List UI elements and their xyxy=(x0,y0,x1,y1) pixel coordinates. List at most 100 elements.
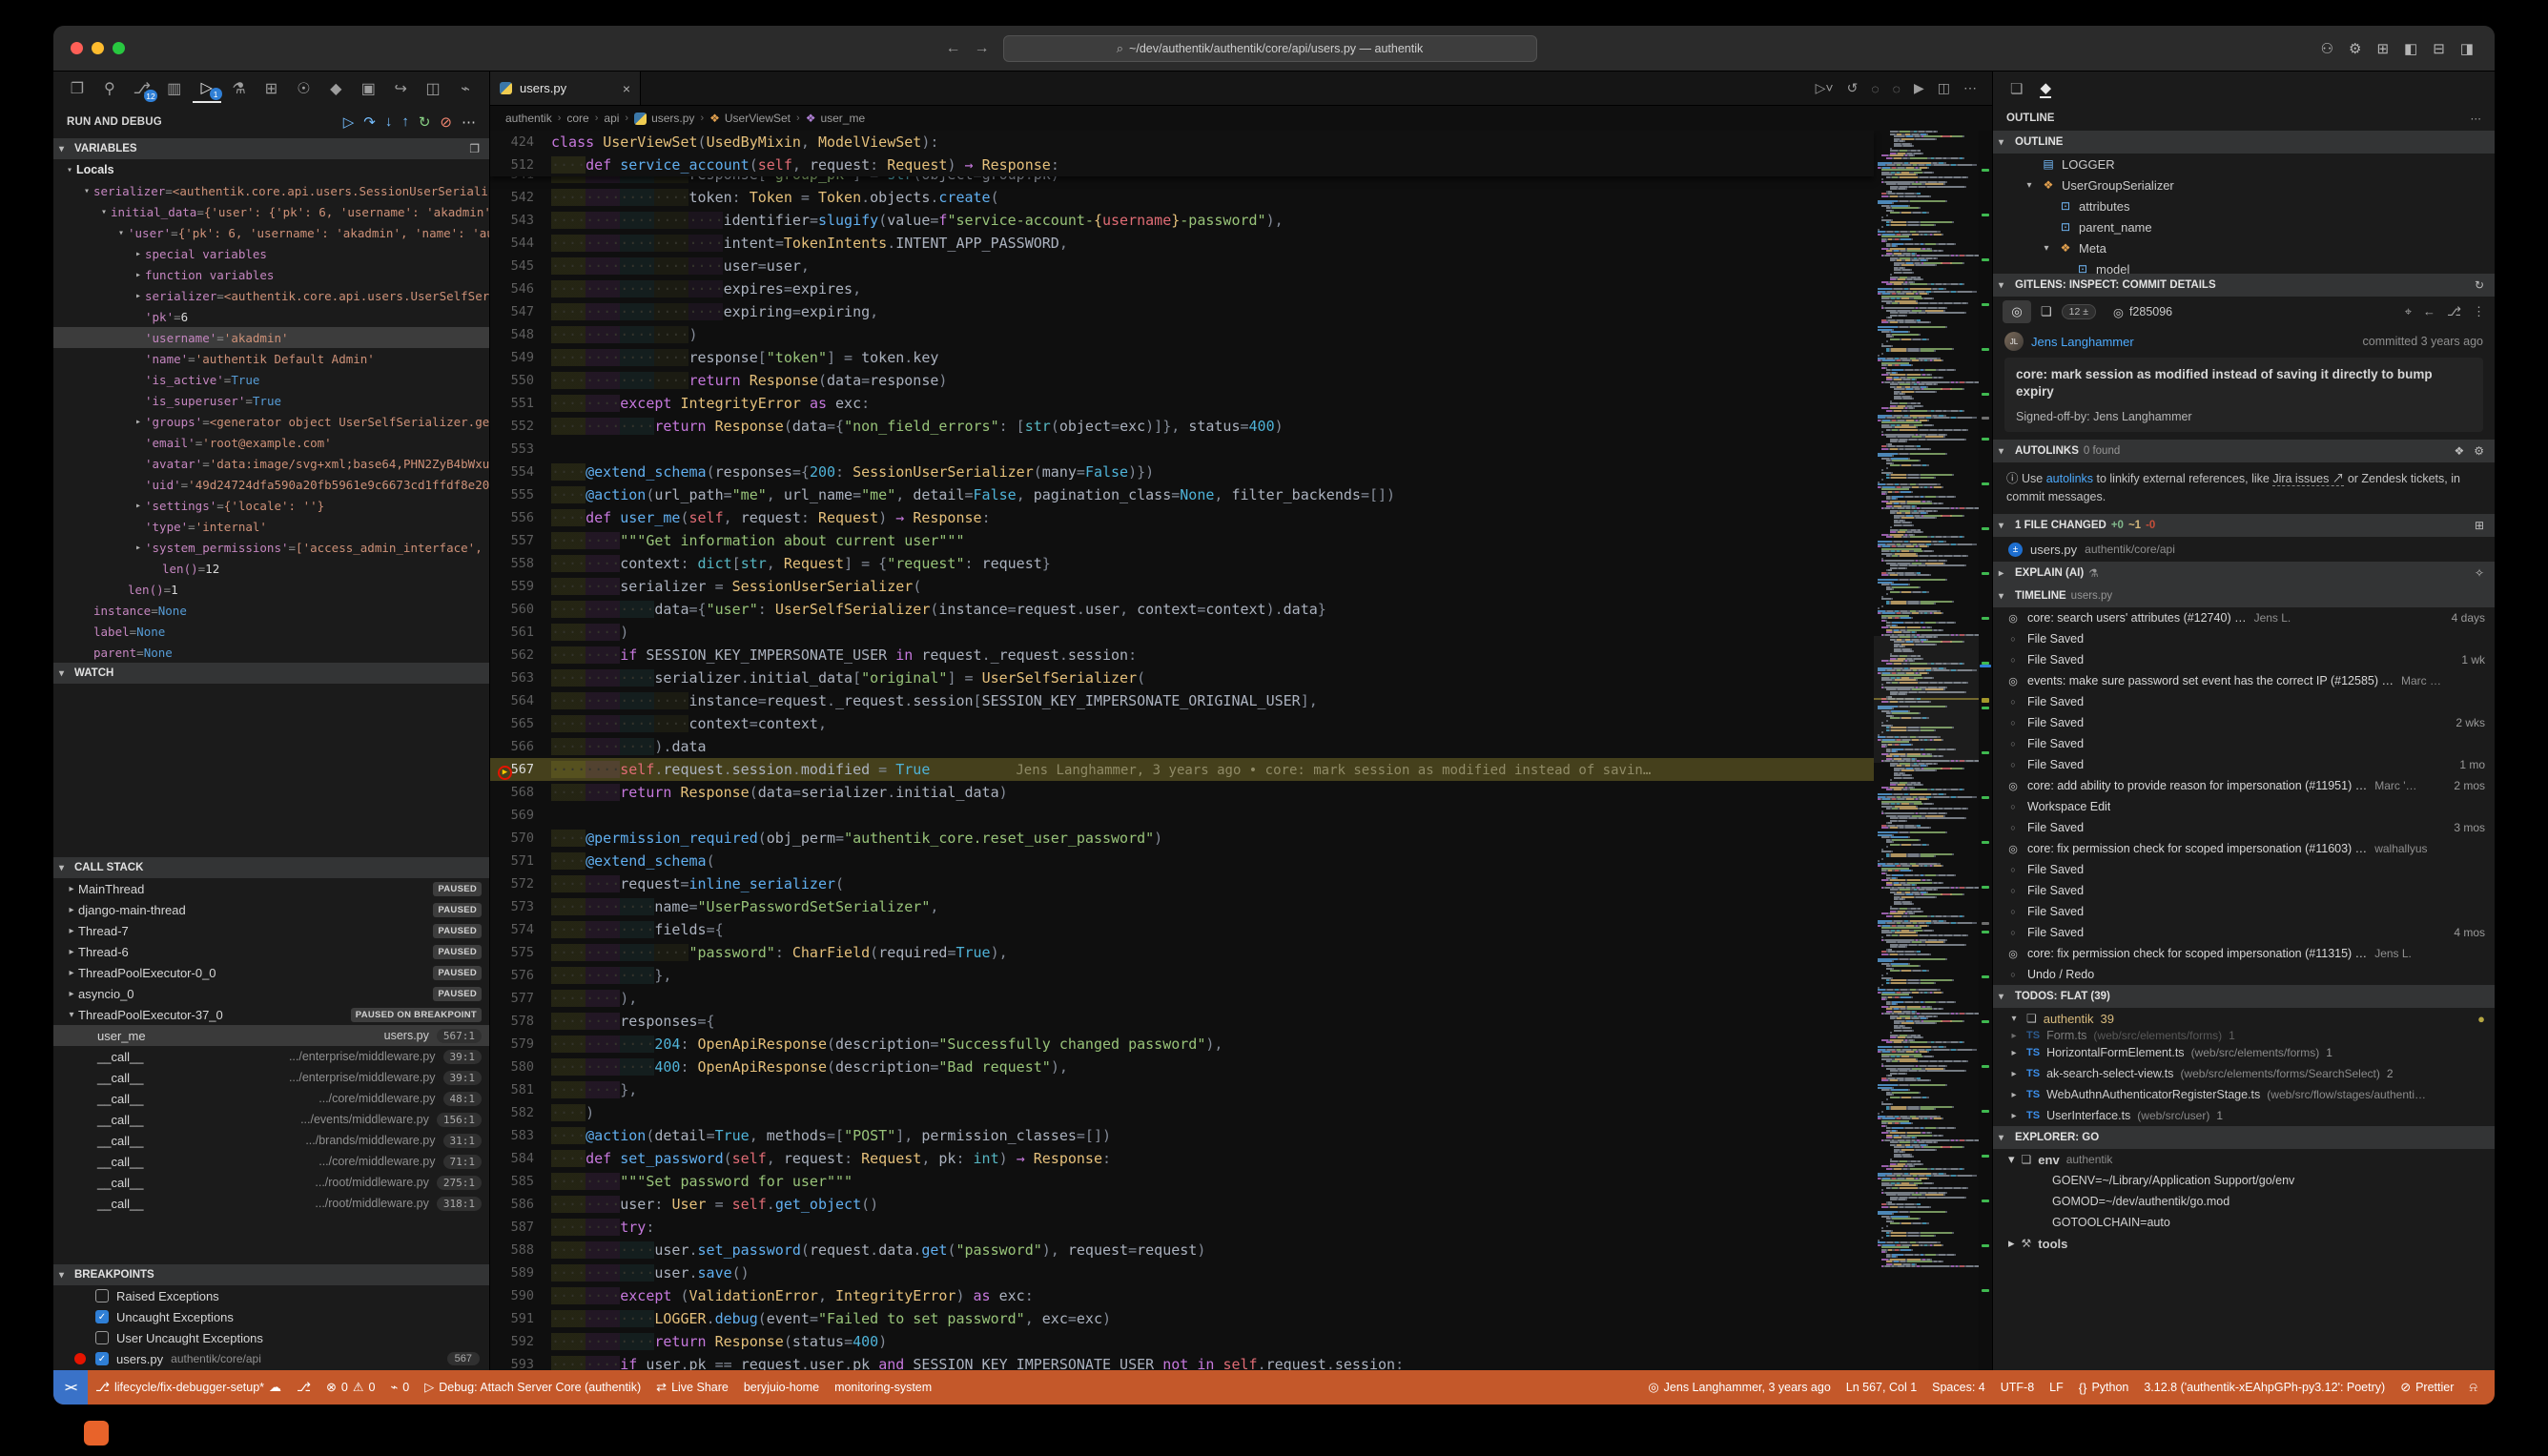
variable-row[interactable]: ▾serializer = <authentik.core.api.users.… xyxy=(53,180,489,201)
line-number-gutter[interactable]: 583 xyxy=(490,1128,551,1143)
account-icon[interactable]: ⚇ xyxy=(2321,40,2333,57)
breadcrumb-item[interactable]: users.py xyxy=(634,112,694,125)
stack-frame-row[interactable]: __call__.../events/middleware.py156:1 xyxy=(53,1109,489,1130)
more-actions-icon[interactable]: ⋯ xyxy=(1963,80,1977,96)
expand-icon[interactable]: ▸ xyxy=(2008,1031,2020,1041)
timeline-item[interactable]: ○File Saved xyxy=(1993,880,2495,901)
code-line[interactable]: 574············fields={ xyxy=(490,918,1874,941)
expand-icon[interactable]: ▾ xyxy=(65,1010,78,1020)
gitlens-icon[interactable]: ◆ xyxy=(321,74,350,103)
expand-icon[interactable]: ▾ xyxy=(63,165,76,175)
breadcrumb-item[interactable]: core xyxy=(566,112,588,125)
breakpoint-checkbox[interactable] xyxy=(95,1331,109,1344)
line-number-gutter[interactable]: 542 xyxy=(490,190,551,205)
line-number-gutter[interactable]: 579 xyxy=(490,1036,551,1052)
search-icon[interactable]: ⚲ xyxy=(95,74,124,103)
line-number-gutter[interactable]: 570 xyxy=(490,831,551,846)
line-number-gutter[interactable]: 561 xyxy=(490,625,551,640)
stack-frame-row[interactable]: __call__.../enterprise/middleware.py39:1 xyxy=(53,1067,489,1088)
more-actions-button[interactable]: ⋯ xyxy=(462,113,476,131)
step-out-button[interactable]: ↑ xyxy=(401,113,409,131)
autolinks-settings-icon[interactable]: ⚙ xyxy=(2474,444,2484,458)
code-line[interactable]: 569 xyxy=(490,804,1874,827)
variable-row[interactable]: ▸'settings' = {'locale': ''} xyxy=(53,495,489,516)
code-line[interactable]: 542················token: Token = Token.… xyxy=(490,186,1874,209)
timeline-item[interactable]: ○File Saved4 mos xyxy=(1993,922,2495,943)
expand-icon[interactable]: ▾ xyxy=(114,228,128,238)
line-number-gutter[interactable]: 587 xyxy=(490,1220,551,1235)
code-line[interactable]: 553 xyxy=(490,438,1874,461)
thread-row[interactable]: ▸django-main-threadPAUSED xyxy=(53,899,489,920)
thread-row[interactable]: ▸Thread-7PAUSED xyxy=(53,920,489,941)
line-number-gutter[interactable]: 549 xyxy=(490,350,551,365)
timeline-item[interactable]: ◎core: fix permission check for scoped i… xyxy=(1993,838,2495,859)
timeline-item[interactable]: ○File Saved xyxy=(1993,859,2495,880)
extensions-icon[interactable]: ⊞ xyxy=(257,74,286,103)
run-above-icon[interactable]: ◌ xyxy=(1871,81,1879,96)
code-line[interactable]: 585········"""Set password for user""" xyxy=(490,1170,1874,1193)
line-number-gutter[interactable]: 589 xyxy=(490,1265,551,1281)
stack-frame-row[interactable]: __call__.../core/middleware.py48:1 xyxy=(53,1088,489,1109)
azure-icon[interactable]: ▣ xyxy=(354,74,382,103)
code-line[interactable]: 559········serializer = SessionUserSeria… xyxy=(490,575,1874,598)
todo-row[interactable]: ▸TSUserInterface.ts(web/src/user)1 xyxy=(1993,1105,2495,1126)
code-line[interactable]: 581········}, xyxy=(490,1078,1874,1101)
zoom-window-button[interactable] xyxy=(113,42,125,54)
line-number-gutter[interactable]: 562 xyxy=(490,647,551,663)
disconnect-button[interactable]: ⊘ xyxy=(440,113,452,131)
stack-frame-row[interactable]: user_meusers.py567:1 xyxy=(53,1025,489,1046)
code-line[interactable]: 547····················expiring=expiring… xyxy=(490,300,1874,323)
code-editor[interactable]: 541················response["group_pk"] … xyxy=(490,131,1992,1370)
code-line[interactable]: 576············}, xyxy=(490,964,1874,987)
code-line[interactable]: 512····def service_account(self, request… xyxy=(490,154,1874,176)
line-number-gutter[interactable]: 590 xyxy=(490,1288,551,1303)
branch-icon[interactable]: ⎇ xyxy=(2447,304,2461,319)
code-line[interactable]: 562········if SESSION_KEY_IMPERSONATE_US… xyxy=(490,644,1874,666)
code-line[interactable]: 591············LOGGER.debug(event="Faile… xyxy=(490,1307,1874,1330)
gitlens-commit-sha[interactable]: ◎f285096 xyxy=(2113,305,2172,319)
remote-explorer-icon[interactable]: ▥ xyxy=(160,74,189,103)
outline-item[interactable]: ⊡attributes xyxy=(1993,195,2495,216)
code-line[interactable]: 583····@action(detail=True, methods=["PO… xyxy=(490,1124,1874,1147)
code-line[interactable]: 548················) xyxy=(490,323,1874,346)
line-number-gutter[interactable]: 582 xyxy=(490,1105,551,1120)
line-number-gutter[interactable]: 563 xyxy=(490,670,551,686)
stack-frame-row[interactable]: __call__.../core/middleware.py71:1 xyxy=(53,1151,489,1172)
code-line[interactable]: 593········if user.pk == request.user.pk… xyxy=(490,1353,1874,1370)
breadcrumb-item[interactable]: authentik xyxy=(505,112,552,125)
variable-row[interactable]: parent = None xyxy=(53,642,489,663)
copy-icon[interactable]: ❐ xyxy=(469,142,480,155)
line-number-gutter[interactable]: 552 xyxy=(490,419,551,434)
variable-row[interactable]: ▸special variables xyxy=(53,243,489,264)
variables-section-header[interactable]: ▾ VARIABLES ❐ xyxy=(53,138,489,159)
references-panel-icon[interactable]: ❏ xyxy=(2010,80,2023,97)
notifications-bell[interactable]: ⍾ xyxy=(2461,1380,2485,1395)
code-line[interactable]: 587········try: xyxy=(490,1216,1874,1239)
run-below-icon[interactable]: ◌ xyxy=(1893,81,1901,96)
line-number-gutter[interactable]: 543 xyxy=(490,213,551,228)
line-number-gutter[interactable]: 553 xyxy=(490,441,551,457)
toggle-sidebar-left-icon[interactable]: ◧ xyxy=(2404,40,2417,57)
code-line[interactable]: 549················response["token"] = t… xyxy=(490,346,1874,369)
code-line[interactable]: 577········), xyxy=(490,987,1874,1010)
breadcrumb-item[interactable]: api xyxy=(604,112,619,125)
more-actions-icon[interactable]: ⋯ xyxy=(2471,112,2482,125)
variable-row[interactable]: ▸function variables xyxy=(53,264,489,285)
line-number-gutter[interactable]: 581 xyxy=(490,1082,551,1097)
line-number-gutter[interactable]: 572 xyxy=(490,876,551,892)
breakpoint-row[interactable]: User Uncaught Exceptions xyxy=(53,1327,489,1348)
line-number-gutter[interactable]: 577 xyxy=(490,991,551,1006)
line-number-gutter[interactable]: 558 xyxy=(490,556,551,571)
code-line[interactable]: 575················"password": CharField… xyxy=(490,941,1874,964)
changed-file-row[interactable]: ±users.pyauthentik/core/api xyxy=(1993,537,2495,562)
expand-icon[interactable]: ▾ xyxy=(2008,1152,2015,1167)
expand-icon[interactable]: ▸ xyxy=(65,947,78,957)
expand-icon[interactable]: ▾ xyxy=(97,207,111,217)
variable-row[interactable]: ▸'groups' = <generator object UserSelfSe… xyxy=(53,411,489,432)
line-number-gutter[interactable]: 584 xyxy=(490,1151,551,1166)
line-number-gutter[interactable]: 568 xyxy=(490,785,551,800)
expand-icon[interactable]: ▸ xyxy=(65,884,78,894)
tab-users-py[interactable]: users.py × xyxy=(490,72,641,105)
timeline-item[interactable]: ○File Saved1 mo xyxy=(1993,754,2495,775)
code-line[interactable]: 590········except (ValidationError, Inte… xyxy=(490,1284,1874,1307)
